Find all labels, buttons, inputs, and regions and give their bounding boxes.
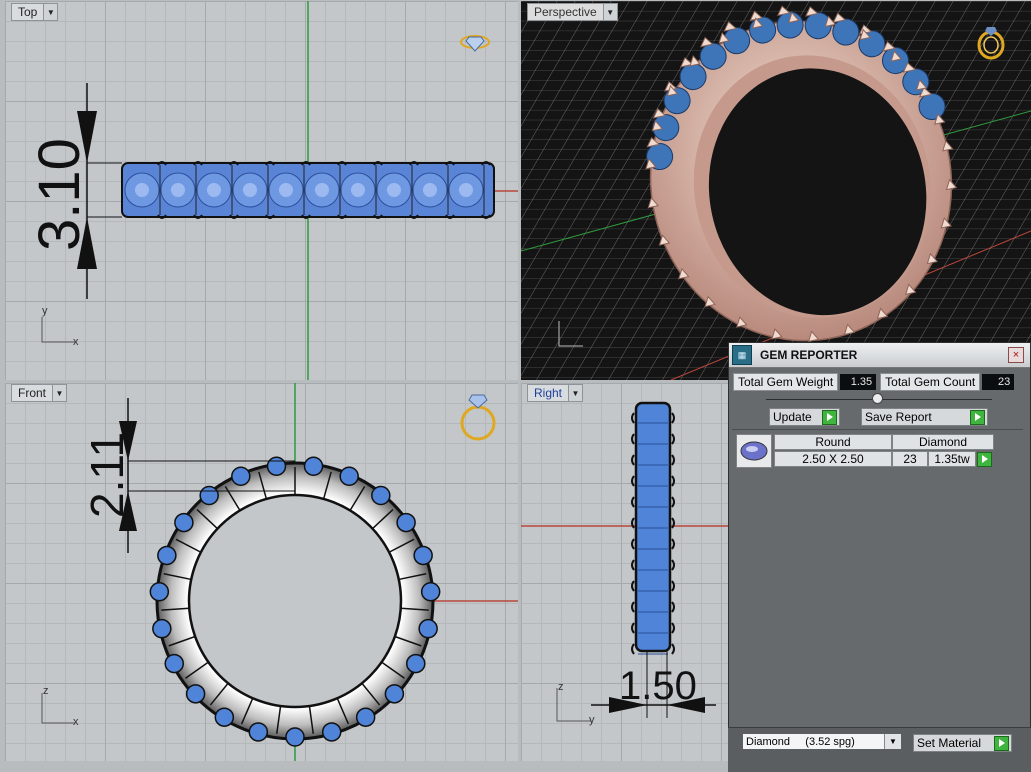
front-gem — [214, 707, 235, 727]
update-button[interactable]: Update — [769, 408, 840, 426]
viewport-right[interactable]: 1.50 z y Right ▼ — [521, 383, 731, 761]
close-icon[interactable]: × — [1008, 347, 1024, 363]
front-gem — [384, 684, 405, 704]
front-axis-x: x — [73, 716, 79, 728]
front-gem — [371, 485, 391, 506]
front-gem — [152, 618, 172, 639]
dim-front-label: 2.11 — [81, 432, 133, 518]
total-gem-count-value: 23 — [982, 374, 1015, 390]
round-diamond-icon — [740, 441, 768, 461]
top-gem-table — [459, 183, 473, 197]
front-gem — [303, 456, 324, 477]
gem-count-cell: 23 — [892, 451, 928, 467]
gem-reporter-logo-icon: ▦ — [732, 345, 752, 365]
play-icon — [977, 452, 992, 467]
dim-top-label: 3.10 — [27, 138, 92, 251]
front-gem — [231, 466, 251, 487]
front-gem — [406, 653, 426, 674]
chevron-down-icon[interactable]: ▼ — [884, 734, 901, 749]
front-gem — [418, 618, 438, 639]
front-view-canvas: 2.11 — [41, 383, 518, 761]
front-gem — [248, 722, 269, 742]
ring-gem-icon-front[interactable] — [458, 391, 498, 450]
top-gem-table — [207, 183, 221, 197]
gem-size-cell: 2.50 X 2.50 — [774, 451, 892, 467]
col-header-shape: Round — [774, 434, 892, 450]
front-gem — [396, 512, 416, 533]
viewport-title-perspective[interactable]: Perspective ▼ — [527, 3, 618, 21]
viewport-title-front[interactable]: Front ▼ — [11, 384, 68, 402]
gem-weight-cell: 1.35tw — [928, 451, 976, 467]
viewport-title-top[interactable]: Top ▼ — [11, 3, 59, 21]
right-axis-y: y — [589, 714, 595, 726]
gem-list-divider — [732, 429, 1023, 430]
front-gem — [149, 581, 170, 602]
front-gem — [164, 653, 184, 674]
save-report-label: Save Report — [865, 410, 932, 424]
total-gem-count-label: Total Gem Count — [880, 373, 981, 391]
totals-row: Total Gem Weight 1.35 Total Gem Count 23 — [733, 373, 1015, 391]
slider-thumb[interactable] — [872, 393, 883, 404]
play-icon — [994, 735, 1009, 751]
top-gem-table — [279, 183, 293, 197]
gem-reporter-panel: ▦ GEM REPORTER × — [728, 342, 1031, 771]
total-gem-weight-value: 1.35 — [840, 374, 877, 390]
top-gem-table — [243, 183, 257, 197]
dim-right-label: 1.50 — [619, 664, 697, 708]
front-gem — [266, 456, 287, 477]
front-gem — [285, 727, 305, 747]
front-gem — [355, 707, 376, 727]
front-gem — [420, 581, 441, 602]
viewport-perspective[interactable]: Perspective ▼ — [521, 1, 1031, 380]
chevron-down-icon[interactable]: ▼ — [52, 385, 67, 401]
perspective-view-canvas — [521, 1, 1031, 380]
play-icon — [970, 409, 985, 425]
right-axis-z: z — [558, 681, 564, 693]
chevron-down-icon[interactable]: ▼ — [568, 385, 583, 401]
top-gem-table — [423, 183, 437, 197]
front-gem — [339, 466, 359, 487]
top-gem-table — [315, 183, 329, 197]
gem-reporter-title: GEM REPORTER — [760, 348, 858, 362]
material-select-value: Diamond (3.52 spg) — [746, 735, 855, 748]
gem-row-go-button[interactable] — [977, 452, 992, 467]
play-icon — [822, 409, 837, 425]
top-gem-table — [171, 183, 185, 197]
save-report-button[interactable]: Save Report — [861, 408, 988, 426]
front-gem — [321, 722, 342, 742]
front-gem — [185, 684, 206, 704]
top-gem-table — [135, 183, 149, 197]
set-material-label: Set Material — [917, 736, 982, 750]
gem-reporter-titlebar[interactable]: ▦ GEM REPORTER × — [729, 343, 1030, 368]
front-gem — [157, 545, 177, 566]
front-gem — [413, 545, 433, 566]
front-axis-z: z — [43, 685, 49, 697]
viewport-title-right[interactable]: Right ▼ — [527, 384, 584, 402]
right-view-canvas: 1.50 — [521, 401, 731, 722]
total-gem-weight-label: Total Gem Weight — [733, 373, 839, 391]
top-gem-table — [387, 183, 401, 197]
set-material-button[interactable]: Set Material — [913, 734, 1012, 752]
chevron-down-icon[interactable]: ▼ — [43, 4, 58, 20]
top-gem-table — [351, 183, 365, 197]
material-select[interactable]: Diamond (3.52 spg) ▼ — [742, 733, 902, 750]
viewport-front[interactable]: 2.11 z x Front ▼ — [5, 383, 518, 761]
size-slider[interactable] — [766, 393, 992, 404]
gem-thumbnail[interactable] — [736, 434, 772, 468]
top-axis-y: y — [42, 305, 48, 317]
top-axis-x: x — [73, 336, 79, 348]
ring-icon-perspective[interactable] — [973, 23, 1007, 66]
update-label: Update — [773, 410, 812, 424]
front-gem — [199, 485, 219, 506]
chevron-down-icon[interactable]: ▼ — [602, 4, 617, 20]
ring-gem-icon-top[interactable] — [457, 31, 493, 58]
viewport-top[interactable]: 3.10 y x Top ▼ — [5, 1, 518, 380]
front-gem — [174, 512, 194, 533]
top-view-canvas: 3.10 — [27, 1, 518, 380]
col-header-material: Diamond — [892, 434, 994, 450]
